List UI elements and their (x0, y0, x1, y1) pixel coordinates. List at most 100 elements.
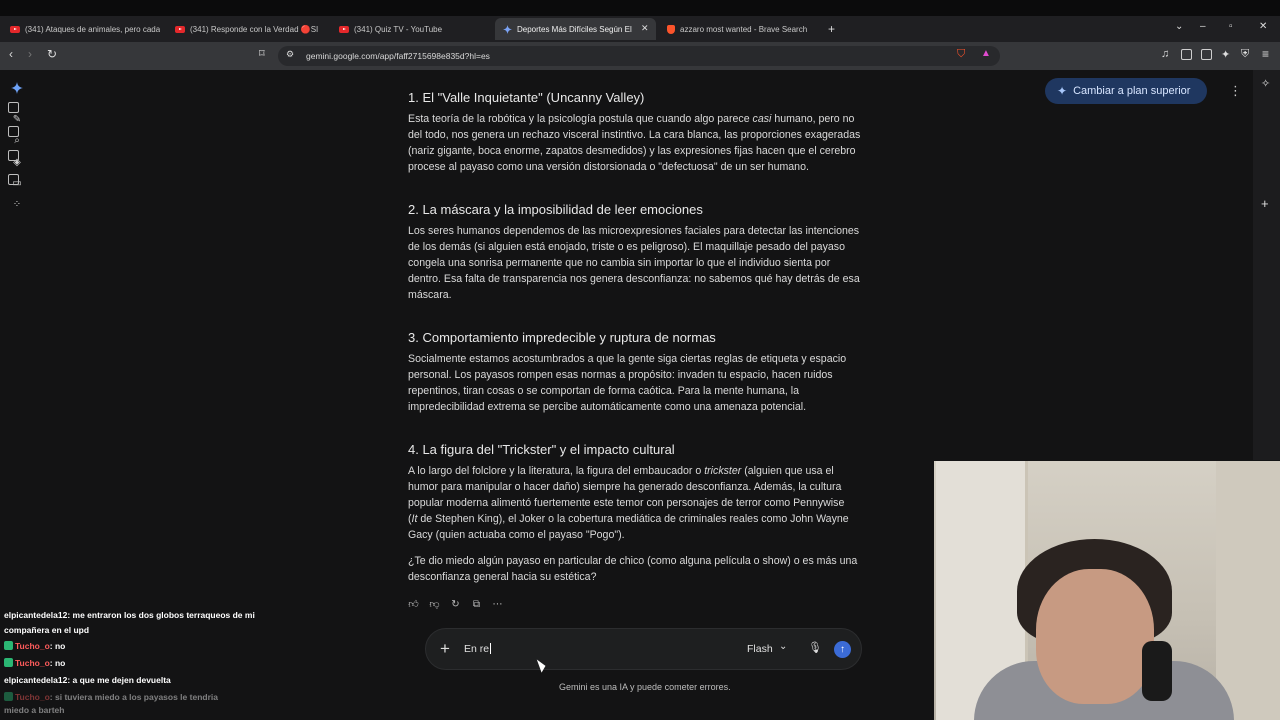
upgrade-button[interactable]: ✦ Cambiar a plan superior (1045, 78, 1207, 104)
section-line: máscara. (408, 289, 452, 301)
closing-question: ¿Te dio miedo algún payaso en particular… (408, 555, 858, 567)
section-line: personal. Los payasos rompen esas normas… (408, 369, 833, 381)
section-line: Socialmente estamos acostumbrados a que … (408, 353, 847, 365)
microphone-icon[interactable]: 🎙︎ (808, 641, 822, 654)
thumbs-down-icon[interactable]: 👎︎ (428, 598, 441, 611)
stream-top-bar (0, 0, 1280, 16)
section-heading: 2. La máscara y la imposibilidad de leer… (408, 202, 703, 217)
section-line: repentinos, tiran cosas o se comportan d… (408, 385, 800, 397)
tab-2[interactable]: (341) Quiz TV - YouTube (339, 18, 484, 40)
section-line: Esta teoría de la robótica y la psicolog… (408, 113, 855, 125)
tab-title: (341) Responde con la Verdad 🔴SI (190, 24, 319, 34)
youtube-icon (339, 25, 349, 33)
section-line: Los seres humanos dependemos de las micr… (408, 225, 860, 237)
gemini-icon (503, 24, 512, 34)
closing-question: desconfianza general hacia su estética? (408, 571, 597, 583)
tab-1[interactable]: (341) Responde con la Verdad 🔴SI (175, 18, 320, 40)
minimize-icon[interactable]: – (1200, 21, 1206, 32)
wallet-icon[interactable] (1201, 49, 1212, 60)
section-line: de los demás (si alguien está enojado, t… (408, 241, 845, 253)
subscriber-badge-icon (4, 641, 13, 650)
add-attachment-icon[interactable]: + (440, 639, 450, 659)
section-line: humor para manipular o hacer daño) siemp… (408, 481, 842, 493)
bookmarks-sidebar-icon[interactable] (8, 150, 19, 161)
thumbs-up-icon[interactable]: 👍︎ (407, 598, 420, 611)
section-line: A lo largo del folclore y la literatura,… (408, 465, 834, 477)
webcam-overlay (934, 461, 1280, 720)
copy-icon[interactable]: ⧉ (470, 598, 483, 611)
headphones (1142, 641, 1172, 701)
tab-0[interactable]: (341) Ataques de animales, pero cada (10, 18, 160, 40)
sidebar-toggle-icon[interactable] (1181, 49, 1192, 60)
browser-sidebar (1253, 70, 1280, 460)
wallet-sidebar-icon[interactable] (8, 126, 19, 137)
tab-title: Deportes Más Difíciles Según El (517, 24, 632, 34)
brave-icon (667, 24, 675, 34)
chat-message: miedo a barteh (4, 705, 65, 715)
tab-title: (341) Ataques de animales, pero cada (25, 24, 160, 34)
site-settings-icon[interactable]: ⚙ (286, 49, 294, 60)
more-icon[interactable]: ⋯ (491, 598, 504, 611)
section-heading: 1. El "Valle Inquietante" (Uncanny Valle… (408, 90, 645, 105)
upgrade-label: Cambiar a plan superior (1073, 85, 1191, 97)
new-chat-icon[interactable]: ✎ (11, 114, 23, 126)
chevron-down-icon[interactable]: ⌄ (1175, 21, 1183, 32)
brave-rewards-icon[interactable]: ▲ (981, 48, 991, 59)
youtube-icon (10, 25, 20, 33)
regenerate-icon[interactable]: ↻ (449, 598, 462, 611)
streamer-face (1036, 569, 1154, 704)
gemini-logo-icon[interactable] (11, 82, 23, 94)
section-line: del todo, nos genera un rechazo visceral… (408, 129, 861, 141)
media-sidebar-icon[interactable] (8, 102, 19, 113)
chat-message: elpicantedela12: a que me dejen devuelta (4, 675, 171, 685)
section-line: popular moderna alimentó fuertemente est… (408, 497, 845, 509)
subscriber-badge-icon (4, 658, 13, 667)
tab-4[interactable]: azzaro most wanted - Brave Search (667, 18, 817, 40)
add-sidebar-item-icon[interactable]: + (1261, 196, 1269, 211)
section-line: procese al payaso como una versión disto… (408, 161, 809, 173)
disclaimer-text: Gemini es una IA y puede cometer errores… (559, 682, 731, 692)
leo-sidebar-icon[interactable]: ✧ (1261, 77, 1270, 90)
bookmark-icon[interactable]: ⌑ (259, 47, 265, 60)
chat-message: compañera en el upd (4, 625, 90, 635)
more-options-icon[interactable]: ⋮ (1229, 83, 1242, 99)
section-line: (It de Stephen King), el Joker o la cobe… (408, 513, 849, 525)
chat-message: Tucho_o: no (4, 639, 65, 654)
chat-message: elpicantedela12: me entraron los dos glo… (4, 610, 255, 620)
forward-icon[interactable]: › (28, 47, 32, 61)
subscriber-badge-icon (4, 692, 13, 701)
youtube-icon (175, 25, 185, 33)
brave-shields-icon[interactable]: ⛉ (957, 48, 965, 61)
section-line: impredecibilidad extrema se percibe auto… (408, 401, 807, 413)
maximize-icon[interactable]: ▫ (1229, 21, 1233, 32)
chevron-down-icon[interactable]: ⌄ (779, 641, 787, 652)
section-heading: 3. Comportamiento impredecible y ruptura… (408, 330, 716, 345)
prompt-input[interactable]: En re (464, 643, 492, 655)
apps-icon[interactable]: ⁘ (11, 199, 23, 211)
vpn-icon[interactable]: ⛨ (1241, 48, 1249, 61)
tab-3-active[interactable]: Deportes Más Difíciles Según El ✕ (495, 18, 656, 40)
sparkle-icon: ✦ (1057, 84, 1068, 98)
reading-list-icon[interactable] (8, 174, 19, 185)
new-tab-button[interactable]: + (828, 22, 835, 36)
reload-icon[interactable]: ↻ (47, 47, 57, 61)
tab-title: (341) Quiz TV - YouTube (354, 24, 443, 34)
menu-icon[interactable]: ≡ (1262, 47, 1269, 61)
model-selector[interactable]: Flash (747, 643, 773, 655)
section-line: congela una sonrisa permanente que no ca… (408, 257, 831, 269)
close-icon[interactable]: ✕ (641, 23, 649, 34)
send-button[interactable]: ↑ (834, 641, 851, 658)
close-window-icon[interactable]: ✕ (1259, 21, 1267, 32)
section-line: dentro. Esa falta de transparencia nos g… (408, 273, 860, 285)
leo-ai-icon[interactable]: ✦ (1221, 48, 1230, 61)
screen: (341) Ataques de animales, pero cada (34… (0, 0, 1280, 720)
chat-message: Tucho_o: no (4, 656, 65, 671)
section-heading: 4. La figura del "Trickster" y el impact… (408, 442, 675, 457)
section-line: (nariz gigante, boca enorme, zapatos des… (408, 145, 856, 157)
response-actions: 👍︎ 👎︎ ↻ ⧉ ⋯ (407, 598, 504, 611)
back-icon[interactable]: ‹ (9, 47, 13, 61)
background-wall (1216, 461, 1280, 720)
section-line: Gacy (quien actuaba como el payaso "Pogo… (408, 529, 625, 541)
music-icon[interactable]: ♫ (1161, 48, 1169, 60)
url-text: gemini.google.com/app/faff2715698e835d?h… (306, 51, 490, 61)
